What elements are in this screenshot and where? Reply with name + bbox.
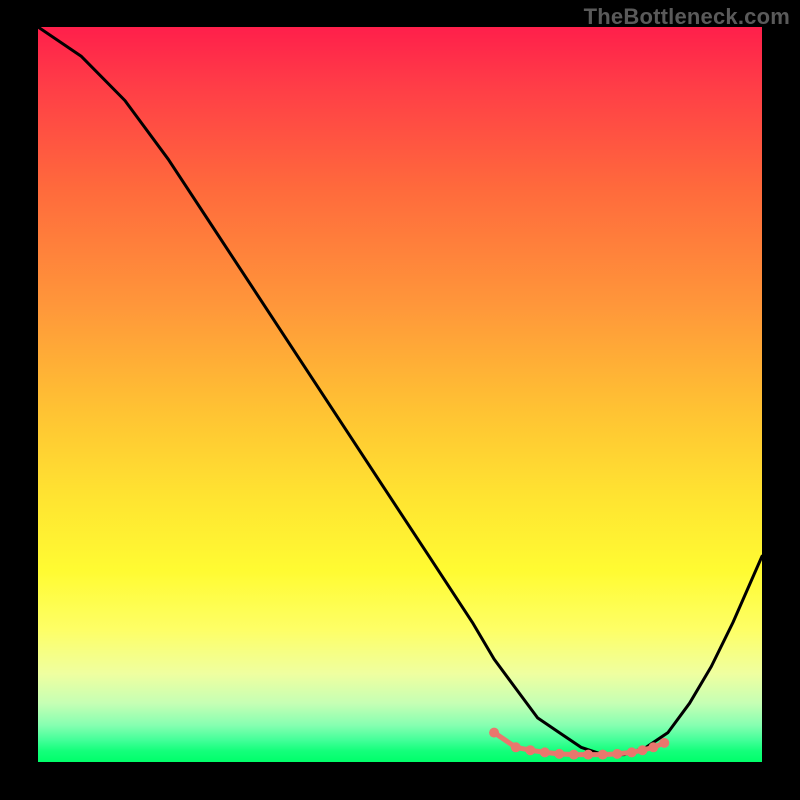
curve-line bbox=[38, 27, 762, 755]
highlight-dots bbox=[489, 728, 669, 760]
chart-svg bbox=[38, 27, 762, 762]
plot-area bbox=[38, 27, 762, 762]
chart-container: TheBottleneck.com bbox=[0, 0, 800, 800]
watermark-text: TheBottleneck.com bbox=[584, 4, 790, 30]
